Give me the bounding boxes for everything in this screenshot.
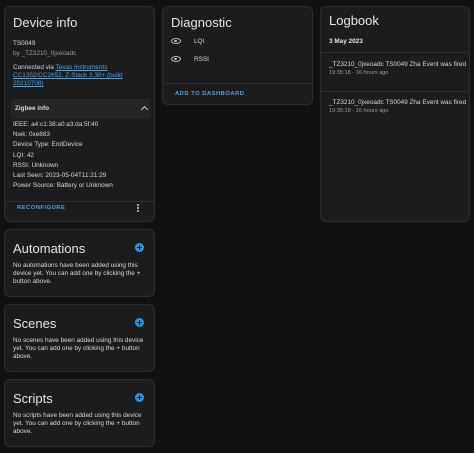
logbook-divider: [321, 52, 469, 53]
device-info-card: Device info TS0049 by _TZ3210_0jxeoadc C…: [4, 6, 155, 222]
logbook-entry[interactable]: _TZ3210_0jxeoadc TS0049 Zha Event was fi…: [329, 61, 467, 77]
scenes-empty-text: No scenes have been added using this dev…: [13, 337, 144, 360]
eye-icon: [171, 38, 181, 44]
add-to-dashboard-button[interactable]: ADD TO DASHBOARD: [175, 91, 244, 97]
zigbee-nwk: Nwk: 0xe883: [13, 131, 50, 139]
zigbee-ieee: IEEE: a4:c1:38:a0:a3:da:5f:40: [13, 121, 99, 128]
chevron-up-icon[interactable]: [140, 105, 149, 114]
add-scene-icon[interactable]: [135, 318, 144, 327]
logbook-entry-time: 19:35:18 - 16 hours ago: [329, 70, 389, 76]
reconfigure-button[interactable]: RECONFIGURE: [17, 205, 65, 211]
logbook-entry[interactable]: _TZ3210_0jxeoadc TS0049 Zha Event was fi…: [329, 99, 467, 115]
zigbee-power-source: Power Source: Battery or Unknown: [13, 182, 113, 190]
diagnostic-item-label: LQI: [194, 38, 205, 45]
scenes-title: Scenes: [13, 316, 57, 331]
zigbee-rssi: RSSI: Unknown: [13, 161, 59, 169]
connected-via-label: Connected via: [13, 64, 56, 71]
add-script-icon[interactable]: [135, 393, 144, 402]
logbook-divider: [321, 91, 469, 92]
connected-via: Connected via Texas Instruments CC1352/C…: [13, 64, 151, 88]
scripts-title: Scripts: [13, 391, 53, 406]
diagnostic-card: Diagnostic LQI RSSI ADD TO DASHBOARD: [162, 6, 313, 105]
diagnostic-row-rssi[interactable]: RSSI: [163, 53, 312, 67]
logbook-title: Logbook: [329, 13, 379, 28]
device-manufacturer: by _TZ3210_0jxeoadc: [13, 50, 77, 57]
device-model: TS0049: [13, 40, 36, 47]
zigbee-info-lines: IEEE: a4:c1:38:a0:a3:da:5f:40 Nwk: 0xe88…: [13, 121, 153, 192]
diagnostic-title: Diagnostic: [171, 15, 232, 30]
diagnostic-divider: [163, 83, 312, 84]
zigbee-device-type: Device Type: EndDevice: [13, 141, 83, 149]
eye-icon: [171, 56, 181, 62]
zigbee-info-header[interactable]: Zigbee info: [15, 105, 49, 113]
scenes-card: Scenes No scenes have been added using t…: [4, 304, 155, 372]
logbook-entry-message: _TZ3210_0jxeoadc TS0049 Zha Event was fi…: [329, 99, 467, 106]
device-info-divider: [5, 201, 154, 202]
logbook-entry-message: _TZ3210_0jxeoadc TS0049 Zha Event was fi…: [329, 61, 467, 68]
automations-title: Automations: [13, 241, 86, 256]
diagnostic-row-lqi[interactable]: LQI: [163, 35, 312, 49]
logbook-date: 3 May 2023: [329, 38, 363, 45]
automations-card: Automations No automations have been add…: [4, 229, 155, 297]
diagnostic-item-label: RSSI: [194, 56, 209, 63]
logbook-card: Logbook 3 May 2023 _TZ3210_0jxeoadc TS00…: [320, 6, 470, 222]
scripts-empty-text: No scripts have been added using this de…: [13, 412, 142, 435]
device-info-title: Device info: [13, 15, 78, 30]
zigbee-info-panel: Zigbee info: [11, 99, 151, 119]
scripts-card: Scripts No scripts have been added using…: [4, 379, 155, 447]
add-automation-icon[interactable]: [135, 243, 144, 252]
automations-empty-text: No automations have been added using thi…: [13, 262, 141, 285]
zigbee-last-seen: Last Seen: 2023-05-04T11:21:29: [13, 171, 107, 179]
more-vertical-icon[interactable]: [137, 204, 140, 214]
zigbee-lqi: LQI: 42: [13, 151, 34, 159]
logbook-entry-time: 19:35:18 - 16 hours ago: [329, 108, 389, 114]
